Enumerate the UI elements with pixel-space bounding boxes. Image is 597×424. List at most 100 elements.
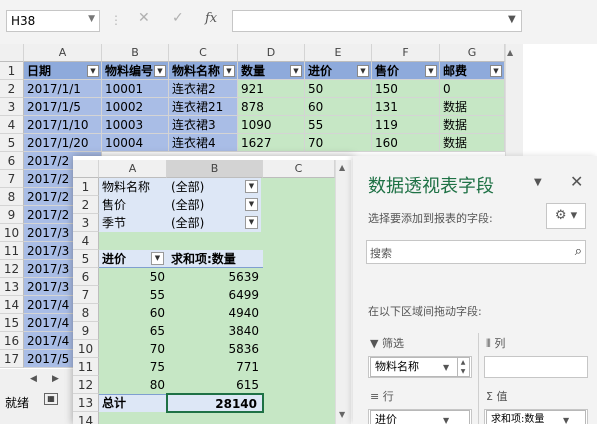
pivot-row-value[interactable]: 6499 xyxy=(167,286,259,304)
pivot-row-field-dropdown-icon[interactable]: ▼ xyxy=(151,252,164,265)
pivot-row-value[interactable]: 615 xyxy=(167,376,259,394)
filter-chip[interactable]: 物料名称 ▼ ▲ ▼ xyxy=(370,357,470,377)
filter-dropdown-icon[interactable]: ▼ xyxy=(425,65,437,77)
pivot-row-key[interactable]: 55 xyxy=(99,286,165,304)
pivot-scroll-up-icon[interactable]: ▲ xyxy=(339,163,345,172)
col-header-c[interactable]: C xyxy=(169,44,238,62)
pivot-row-header[interactable]: 11 xyxy=(73,358,99,376)
field-search-input[interactable]: 搜索 ⌕ xyxy=(366,240,586,264)
pivot-row-header[interactable]: 7 xyxy=(73,286,99,304)
sheet-nav-right-icon[interactable]: ▶ xyxy=(52,374,59,384)
col-header-f[interactable]: F xyxy=(372,44,440,62)
filter-dropdown-icon[interactable]: ▼ xyxy=(490,65,502,77)
pivot-row-header[interactable]: 9 xyxy=(73,322,99,340)
pivot-row-header[interactable]: 1 xyxy=(73,178,99,196)
pivot-row-key[interactable]: 65 xyxy=(99,322,165,340)
header-cell[interactable]: 数量 ▼ xyxy=(238,62,305,80)
row-header[interactable]: 6 xyxy=(0,152,24,170)
sheet-view-icon[interactable]: ▦ xyxy=(44,393,58,405)
row-header[interactable]: 8 xyxy=(0,188,24,206)
row-chip[interactable]: 进价 ▼ xyxy=(370,410,470,424)
pivot-col-header-a[interactable]: A xyxy=(99,160,167,178)
row-header[interactable]: 11 xyxy=(0,242,24,260)
row-header[interactable]: 12 xyxy=(0,260,24,278)
name-box[interactable]: H38 ▼ xyxy=(6,10,100,32)
header-cell[interactable]: 物料编号 ▼ xyxy=(102,62,169,80)
table-cell[interactable]: 10003 xyxy=(102,116,169,134)
table-cell[interactable]: 2017/1/10 xyxy=(24,116,102,134)
row-header[interactable]: 17 xyxy=(0,350,24,368)
header-cell[interactable]: 进价 ▼ xyxy=(305,62,372,80)
table-cell[interactable]: 连衣裙4 xyxy=(169,134,238,152)
header-cell[interactable]: 物料名称 ▼ xyxy=(169,62,238,80)
table-cell[interactable]: 160 xyxy=(372,134,440,152)
table-cell[interactable]: 70 xyxy=(305,134,372,152)
chip-dropdown-icon[interactable]: ▼ xyxy=(443,359,449,377)
pivot-row-header[interactable]: 2 xyxy=(73,196,99,214)
table-cell[interactable]: 10001 xyxy=(102,80,169,98)
pivot-select-all-corner[interactable] xyxy=(73,160,99,178)
row-header[interactable]: 10 xyxy=(0,224,24,242)
close-icon[interactable]: ✕ xyxy=(570,172,583,191)
pivot-row-header[interactable]: 13 xyxy=(73,394,99,412)
table-cell[interactable]: 数据 xyxy=(440,116,505,134)
pivot-row-key[interactable]: 75 xyxy=(99,358,165,376)
table-cell[interactable]: 连衣裙3 xyxy=(169,116,238,134)
table-cell[interactable]: 1090 xyxy=(238,116,305,134)
chip-spin-icon[interactable]: ▲ ▼ xyxy=(457,358,468,376)
pivot-filter-dropdown-icon[interactable]: ▼ xyxy=(245,198,258,211)
row-header[interactable]: 4 xyxy=(0,116,24,134)
gear-icon[interactable]: ⚙ ▾ xyxy=(546,203,586,229)
table-cell[interactable]: 131 xyxy=(372,98,440,116)
table-cell[interactable]: 2017/1/20 xyxy=(24,134,102,152)
fx-icon[interactable]: fx xyxy=(205,11,217,26)
scroll-up-icon[interactable]: ▲ xyxy=(507,48,513,57)
pivot-row-key[interactable]: 70 xyxy=(99,340,165,358)
pivot-col-header-c[interactable]: C xyxy=(263,160,335,178)
value-chip[interactable]: 求和项:数量 ▼ xyxy=(486,410,586,424)
filter-dropdown-icon[interactable]: ▼ xyxy=(87,65,99,77)
table-cell[interactable]: 60 xyxy=(305,98,372,116)
pivot-row-header[interactable]: 6 xyxy=(73,268,99,286)
row-header[interactable]: 13 xyxy=(0,278,24,296)
pivot-filter-dropdown-icon[interactable]: ▼ xyxy=(245,180,258,193)
pivot-row-header[interactable]: 10 xyxy=(73,340,99,358)
filter-dropdown-icon[interactable]: ▼ xyxy=(290,65,302,77)
pivot-row-key[interactable]: 80 xyxy=(99,376,165,394)
pivot-row-value[interactable]: 5836 xyxy=(167,340,259,358)
col-header-b[interactable]: B xyxy=(102,44,169,62)
col-header-g[interactable]: G xyxy=(440,44,505,62)
filter-dropdown-icon[interactable]: ▼ xyxy=(154,65,166,77)
table-cell[interactable]: 2017/1/1 xyxy=(24,80,102,98)
pivot-vertical-scrollbar[interactable] xyxy=(335,160,351,424)
table-cell[interactable]: 50 xyxy=(305,80,372,98)
table-cell[interactable]: 921 xyxy=(238,80,305,98)
pivot-row-header[interactable]: 3 xyxy=(73,214,99,232)
row-header[interactable]: 14 xyxy=(0,296,24,314)
chip-dropdown-icon[interactable]: ▼ xyxy=(563,412,569,424)
table-cell[interactable]: 数据 xyxy=(440,98,505,116)
pane-options-dropdown-icon[interactable]: ▼ xyxy=(534,177,542,188)
col-header-d[interactable]: D xyxy=(238,44,305,62)
pivot-scroll-down-icon[interactable]: ▼ xyxy=(339,410,345,419)
row-header[interactable]: 3 xyxy=(0,98,24,116)
row-header[interactable]: 15 xyxy=(0,314,24,332)
sheet-nav-left-icon[interactable]: ◀ xyxy=(30,374,37,384)
pivot-row-key[interactable]: 50 xyxy=(99,268,165,286)
pivot-row-header[interactable]: 12 xyxy=(73,376,99,394)
table-cell[interactable]: 数据 xyxy=(440,134,505,152)
table-cell[interactable]: 0 xyxy=(440,80,505,98)
formula-input[interactable] xyxy=(232,10,522,32)
table-cell[interactable]: 878 xyxy=(238,98,305,116)
check-icon[interactable]: ✓ xyxy=(172,10,184,26)
table-cell[interactable]: 1627 xyxy=(238,134,305,152)
header-cell[interactable]: 日期 ▼ xyxy=(24,62,102,80)
pivot-row-header[interactable]: 8 xyxy=(73,304,99,322)
table-cell[interactable]: 150 xyxy=(372,80,440,98)
pivot-row-value[interactable]: 5639 xyxy=(167,268,259,286)
table-cell[interactable]: 连衣裙21 xyxy=(169,98,238,116)
search-icon[interactable]: ⌕ xyxy=(575,244,582,259)
pivot-row-value[interactable]: 3840 xyxy=(167,322,259,340)
row-header[interactable]: 7 xyxy=(0,170,24,188)
row-header[interactable]: 1 xyxy=(0,62,24,80)
